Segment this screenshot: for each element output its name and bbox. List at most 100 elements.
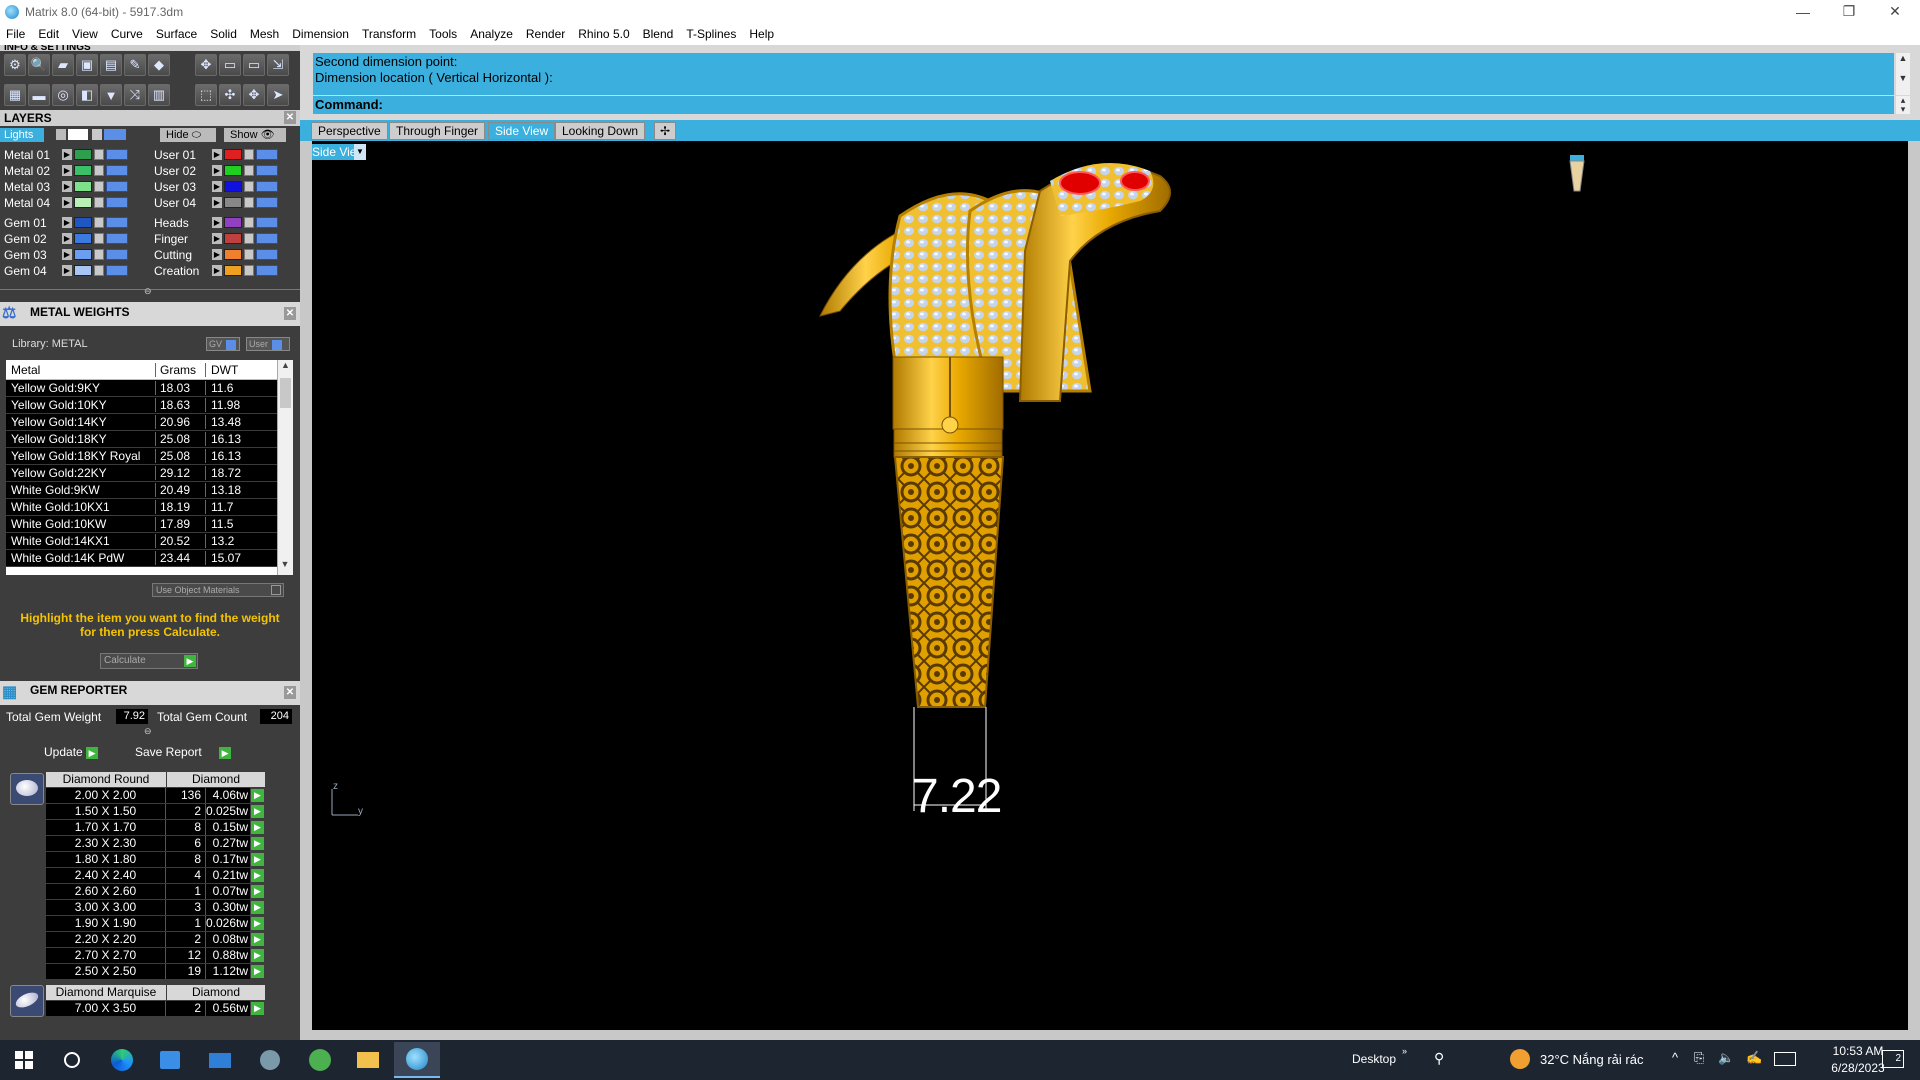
metal-weight-row[interactable]: White Gold:9KW 20.49 13.18: [6, 482, 280, 499]
metal-weight-row[interactable]: White Gold:10KW 17.89 11.5: [6, 516, 280, 533]
shape-icon[interactable]: ◧: [76, 84, 98, 106]
gem-select-arrow-icon[interactable]: ▶: [251, 869, 264, 882]
command-prompt[interactable]: Command:: [313, 96, 1894, 114]
layer-lock-icon[interactable]: [244, 165, 254, 176]
calculate-button[interactable]: Calculate ▶: [100, 653, 198, 669]
layer-expand-icon[interactable]: ▶: [212, 217, 222, 228]
gem-select-arrow-icon[interactable]: ▶: [251, 901, 264, 914]
gem-row[interactable]: 1.70 X 1.70 8 0.15tw ▶: [46, 820, 264, 835]
gem-select-arrow-icon[interactable]: ▶: [251, 1002, 264, 1015]
layer-color-swatch[interactable]: [74, 197, 92, 208]
layer-lock-icon[interactable]: [94, 165, 104, 176]
layer-lock-icon[interactable]: [94, 217, 104, 228]
layer-visibility-toggle[interactable]: [256, 265, 278, 276]
menu-mesh[interactable]: Mesh: [250, 27, 279, 41]
layer-lock-icon[interactable]: [244, 181, 254, 192]
layer-color-swatch[interactable]: [74, 181, 92, 192]
menu-analyze[interactable]: Analyze: [470, 27, 513, 41]
gem-row[interactable]: 1.90 X 1.90 1 0.026tw ▶: [46, 916, 264, 931]
layer-row[interactable]: Gem 02 ▶: [4, 231, 128, 246]
layer-expand-icon[interactable]: ▶: [62, 181, 72, 192]
gem-reporter-close-icon[interactable]: ✕: [284, 686, 296, 699]
metal-weight-row[interactable]: Yellow Gold:14KY 20.96 13.48: [6, 414, 280, 431]
export-icon[interactable]: ⇲: [267, 54, 289, 76]
menu-help[interactable]: Help: [749, 27, 774, 41]
layer-row[interactable]: Gem 03 ▶: [4, 247, 128, 262]
menu-edit[interactable]: Edit: [38, 27, 59, 41]
layer-expand-icon[interactable]: ▶: [212, 265, 222, 276]
snipping-icon[interactable]: [250, 1044, 290, 1076]
show-button[interactable]: Show 👁: [224, 128, 286, 142]
layer-visibility-toggle[interactable]: [106, 181, 128, 192]
layer-row[interactable]: Metal 01 ▶: [4, 147, 128, 162]
gem-icon[interactable]: ◆: [148, 54, 170, 76]
weather-icon[interactable]: [1510, 1049, 1530, 1069]
settings-icon[interactable]: ⚙: [4, 54, 26, 76]
lights-arrow[interactable]: [56, 129, 66, 140]
user-toggle[interactable]: User: [246, 337, 290, 351]
layer-color-swatch[interactable]: [74, 149, 92, 160]
layer-row[interactable]: Gem 01 ▶: [4, 215, 128, 230]
use-object-materials-button[interactable]: Use Object Materials: [152, 583, 284, 597]
layer-expand-icon[interactable]: ▶: [62, 265, 72, 276]
panel-icon[interactable]: ▥: [148, 84, 170, 106]
layer-visibility-toggle[interactable]: [106, 217, 128, 228]
layer-visibility-toggle[interactable]: [106, 233, 128, 244]
layer-lock-icon[interactable]: [94, 197, 104, 208]
gem-select-arrow-icon[interactable]: ▶: [251, 917, 264, 930]
document-icon[interactable]: ▤: [100, 54, 122, 76]
layer-lock-icon[interactable]: [244, 249, 254, 260]
tray-chevron-icon[interactable]: ^: [1672, 1050, 1678, 1065]
menu-tools[interactable]: Tools: [429, 27, 457, 41]
layer-lock-icon[interactable]: [94, 181, 104, 192]
layer-expand-icon[interactable]: ▶: [62, 217, 72, 228]
layer-color-swatch[interactable]: [224, 149, 242, 160]
menu-tsplines[interactable]: T-Splines: [686, 27, 736, 41]
layer-row[interactable]: User 04 ▶: [154, 195, 278, 210]
layer-expand-icon[interactable]: ▶: [212, 249, 222, 260]
layer-row[interactable]: User 03 ▶: [154, 179, 278, 194]
cube-icon[interactable]: ▣: [76, 54, 98, 76]
layer-color-swatch[interactable]: [224, 181, 242, 192]
metal-weight-row[interactable]: White Gold:14K PdW 23.44 15.07: [6, 550, 280, 567]
scroll-thumb[interactable]: [280, 378, 291, 408]
layer-row[interactable]: Gem 04 ▶: [4, 263, 128, 278]
network-icon[interactable]: ⎘: [1694, 1050, 1704, 1066]
command-history-scrollbar[interactable]: ▲ ▼: [1896, 53, 1910, 95]
tab-side-view[interactable]: Side View: [488, 122, 556, 140]
move-icon[interactable]: ✣: [219, 84, 241, 106]
restore-button[interactable]: ❐: [1826, 0, 1872, 23]
layer-color-swatch[interactable]: [224, 265, 242, 276]
gem-row[interactable]: 3.00 X 3.00 3 0.30tw ▶: [46, 900, 264, 915]
layer-color-swatch[interactable]: [74, 265, 92, 276]
lights-lock[interactable]: [92, 129, 102, 140]
layer-lock-icon[interactable]: [244, 149, 254, 160]
layer-expand-icon[interactable]: ▶: [62, 149, 72, 160]
gem-select-arrow-icon[interactable]: ▶: [251, 965, 264, 978]
layer-row[interactable]: Cutting ▶: [154, 247, 278, 262]
add-tab-icon[interactable]: ✢: [654, 122, 677, 140]
layer-color-swatch[interactable]: [74, 249, 92, 260]
gem-select-arrow-icon[interactable]: ▶: [251, 837, 264, 850]
col-grams[interactable]: Grams: [156, 362, 206, 377]
scroll-down-icon[interactable]: ▼: [278, 559, 292, 575]
layer-expand-icon[interactable]: ▶: [212, 149, 222, 160]
scale-icon[interactable]: ✥: [243, 84, 265, 106]
gem-row[interactable]: 2.40 X 2.40 4 0.21tw ▶: [46, 868, 264, 883]
menu-render[interactable]: Render: [526, 27, 565, 41]
people-icon[interactable]: ⚲: [1434, 1050, 1444, 1067]
store-icon[interactable]: [150, 1044, 190, 1076]
metal-weight-row[interactable]: Yellow Gold:10KY 18.63 11.98: [6, 397, 280, 414]
close-button[interactable]: ✕: [1872, 0, 1918, 23]
gem-row[interactable]: 2.70 X 2.70 12 0.88tw ▶: [46, 948, 264, 963]
layer-expand-icon[interactable]: ▶: [212, 165, 222, 176]
menu-surface[interactable]: Surface: [156, 27, 197, 41]
layer-expand-icon[interactable]: ▶: [212, 181, 222, 192]
scroll-up-icon[interactable]: ▲: [278, 360, 293, 376]
menu-dimension[interactable]: Dimension: [292, 27, 349, 41]
metal-weights-scrollbar[interactable]: ▲ ▼: [277, 360, 293, 575]
windows-start-icon[interactable]: [4, 1044, 44, 1076]
grid-icon[interactable]: ▦: [4, 84, 26, 106]
layer-visibility-toggle[interactable]: [106, 165, 128, 176]
layer-lock-icon[interactable]: [94, 233, 104, 244]
